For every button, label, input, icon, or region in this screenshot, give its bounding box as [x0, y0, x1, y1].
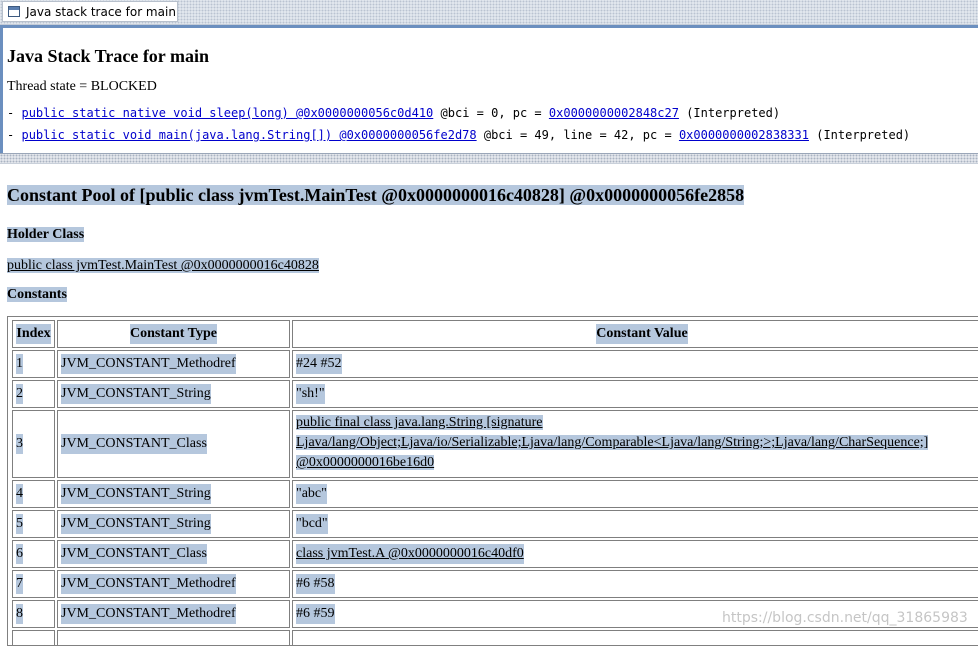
holder-class-heading: Holder Class [7, 227, 85, 242]
table-row-value: "abc" [292, 480, 978, 508]
frame-details: @bci = 0, pc = [440, 106, 542, 120]
column-header-type: Constant Type [57, 320, 290, 348]
frame-mode: (Interpreted) [686, 106, 781, 120]
table-row-type [57, 630, 290, 645]
table-row-type: JVM_CONSTANT_Methodref [57, 350, 290, 378]
window-title-bar: Java stack trace for main [0, 0, 978, 25]
constant-pool-heading: Constant Pool of [public class jvmTest.M… [7, 185, 745, 205]
window-title: Java stack trace for main [26, 4, 176, 19]
table-row-value: "bcd" [292, 510, 978, 538]
watermark: https://blog.csdn.net/qq_31865983 [722, 610, 968, 626]
table-row-type: JVM_CONSTANT_Methodref [57, 570, 290, 598]
table-row-value [292, 630, 978, 645]
constants-heading: Constants [7, 287, 67, 302]
table-row-type: JVM_CONSTANT_Class [57, 540, 290, 568]
table-row-index: 6 [12, 540, 55, 568]
frame-method-link[interactable]: public static void main(java.lang.String… [21, 128, 476, 142]
table-row-value: #6 #58 [292, 570, 978, 598]
holder-class-link[interactable]: public class jvmTest.MainTest @0x0000000… [7, 258, 319, 274]
frame-mode: (Interpreted) [816, 128, 911, 142]
thread-state: Thread state = BLOCKED [7, 79, 157, 94]
stack-frame: - public static native void sleep(long) … [7, 106, 780, 120]
pane-top-border [0, 25, 978, 28]
table-row-index: 2 [12, 380, 55, 408]
table-row-index: 7 [12, 570, 55, 598]
table-row-index [12, 630, 55, 645]
table-row-value: "sh!" [292, 380, 978, 408]
frame-pc-link[interactable]: 0x0000000002838331 [679, 128, 809, 142]
constants-table: Index Constant Type Constant Value 1 JVM… [7, 316, 978, 646]
pane-splitter[interactable] [0, 153, 978, 164]
frame-bullet: - [7, 106, 15, 120]
stack-frame: - public static void main(java.lang.Stri… [7, 128, 910, 142]
frame-details: @bci = 49, line = 42, pc = [483, 128, 672, 142]
table-row-index: 1 [12, 350, 55, 378]
stack-trace-heading: Java Stack Trace for main [7, 46, 209, 66]
window-icon [8, 6, 20, 17]
table-row-type: JVM_CONSTANT_String [57, 510, 290, 538]
table-row-index: 3 [12, 410, 55, 478]
table-row-type: JVM_CONSTANT_Class [57, 410, 290, 478]
table-row-index: 5 [12, 510, 55, 538]
table-row-value-link[interactable]: class jvmTest.A @0x0000000016c40df0 [292, 540, 978, 568]
frame-pc-link[interactable]: 0x0000000002848c27 [549, 106, 679, 120]
table-row-value-link[interactable]: public final class java.lang.String [sig… [292, 410, 978, 478]
table-row-index: 4 [12, 480, 55, 508]
stack-trace-pane: Java Stack Trace for main Thread state =… [7, 44, 972, 142]
table-row-type: JVM_CONSTANT_String [57, 480, 290, 508]
window-tab[interactable]: Java stack trace for main [2, 1, 178, 22]
column-header-value: Constant Value [292, 320, 978, 348]
table-row-type: JVM_CONSTANT_String [57, 380, 290, 408]
frame-method-link[interactable]: public static native void sleep(long) @0… [21, 106, 433, 120]
table-row-value: #24 #52 [292, 350, 978, 378]
column-header-index: Index [12, 320, 55, 348]
pane-left-border [0, 25, 3, 155]
table-row-type: JVM_CONSTANT_Methodref [57, 600, 290, 628]
table-row-index: 8 [12, 600, 55, 628]
frame-bullet: - [7, 128, 15, 142]
